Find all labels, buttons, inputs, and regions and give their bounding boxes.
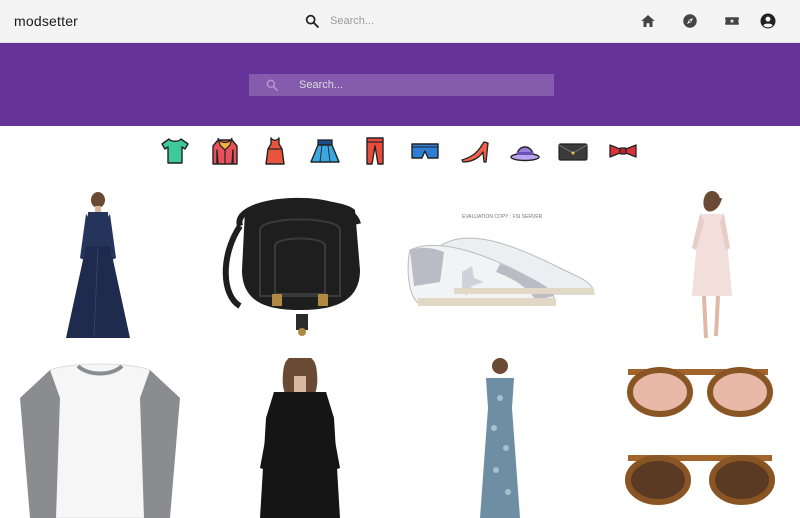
hero-search-box[interactable] [249, 74, 554, 96]
product-card-gown[interactable] [0, 186, 200, 346]
hat-icon[interactable] [508, 134, 542, 168]
brand-title[interactable]: modsetter [14, 13, 78, 29]
navy-gown-image [66, 192, 130, 338]
product-card-sunglasses[interactable] [600, 358, 800, 518]
search-icon [266, 79, 279, 92]
glitter-sneakers-image: EVALUATION COPY : FSI SERVER [407, 214, 595, 306]
bowtie-icon[interactable] [606, 134, 640, 168]
printed-maxi-dress-image [480, 358, 520, 518]
product-card-raglan-tee[interactable] [0, 358, 200, 518]
category-bar [0, 134, 800, 170]
black-sweater-image [260, 358, 340, 518]
round-sunglasses-image [625, 367, 775, 505]
product-card-maxi-dress[interactable] [400, 358, 600, 518]
skirt-icon[interactable] [308, 134, 342, 168]
search-icon[interactable] [304, 13, 320, 29]
account-circle-icon[interactable] [759, 12, 777, 30]
jacket-icon[interactable] [208, 134, 242, 168]
clutch-icon[interactable] [556, 134, 590, 168]
top-search-input[interactable] [330, 10, 480, 32]
hero-banner [0, 43, 800, 126]
watermark-text: EVALUATION COPY : FSI SERVER [462, 214, 543, 220]
hero-search-input[interactable] [299, 74, 549, 96]
heels-icon[interactable] [458, 134, 492, 168]
product-card-pink-dress[interactable] [600, 186, 800, 346]
pants-icon[interactable] [358, 134, 392, 168]
raglan-tee-image [20, 363, 180, 518]
home-icon[interactable] [639, 12, 657, 30]
dress-icon[interactable] [258, 134, 292, 168]
product-card-black-sweater[interactable] [200, 358, 400, 518]
pink-dress-image [692, 191, 732, 339]
product-card-saddle-bag[interactable] [200, 186, 400, 346]
top-app-bar: modsetter [0, 0, 800, 43]
explore-compass-icon[interactable] [681, 12, 699, 30]
shorts-icon[interactable] [408, 134, 442, 168]
tshirt-icon[interactable] [158, 134, 192, 168]
product-card-sneakers[interactable]: EVALUATION COPY : FSI SERVER [400, 186, 600, 346]
black-saddle-bag-image [222, 198, 361, 336]
ticket-icon[interactable] [723, 12, 741, 30]
